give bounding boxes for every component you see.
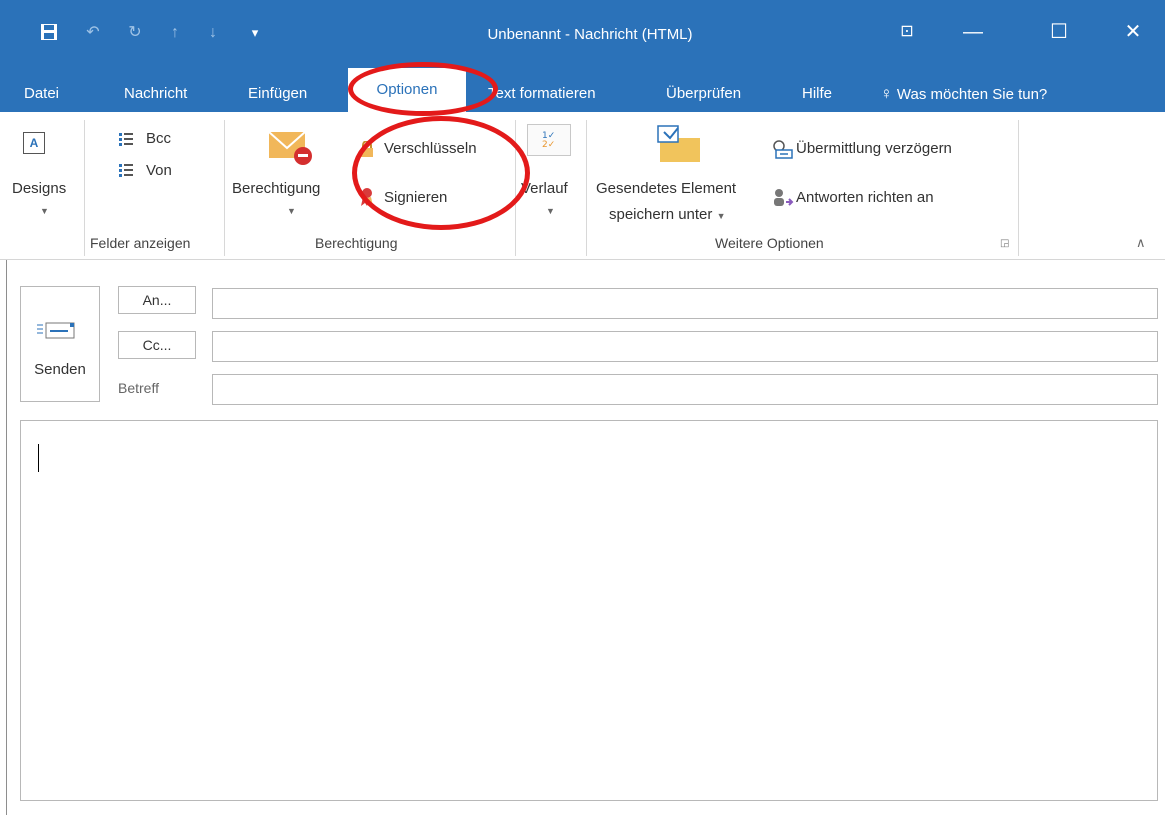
subject-field[interactable]	[212, 374, 1158, 405]
tab-hilfe[interactable]: Hilfe	[792, 76, 842, 112]
dialog-launcher-icon[interactable]: ◲	[1000, 238, 1009, 249]
save-icon[interactable]	[38, 22, 60, 44]
customize-icon[interactable]: ▾	[244, 22, 266, 44]
window-title: Unbenannt - Nachricht (HTML)	[487, 26, 693, 43]
bcc-icon	[119, 132, 137, 148]
tracking-icon: 1✓ 2✓	[527, 124, 571, 156]
annotation-circle-optionen	[348, 62, 498, 116]
text-cursor	[38, 444, 39, 472]
separator	[84, 120, 85, 256]
reply-to-people-icon	[772, 188, 794, 208]
gesendetes-element-button[interactable]: Gesendetes Element	[596, 180, 736, 197]
redo-icon[interactable]: ↻	[124, 22, 146, 44]
collapse-ribbon-icon[interactable]: ∧	[1136, 235, 1146, 251]
window-border	[6, 260, 7, 815]
gesendetes-dropdown-icon[interactable]: ▼	[717, 211, 726, 221]
lightbulb-icon: ♀	[880, 84, 893, 103]
tell-me-box[interactable]: ♀ Was möchten Sie tun?	[870, 76, 1057, 112]
uebermittlung-verzoegern-button[interactable]: Übermittlung verzögern	[796, 140, 952, 157]
send-envelope-icon	[37, 321, 83, 341]
up-arrow-icon[interactable]: ↑	[164, 22, 186, 44]
to-field[interactable]	[212, 288, 1158, 319]
tab-einfuegen[interactable]: Einfügen	[238, 76, 317, 112]
tab-nachricht[interactable]: Nachricht	[114, 76, 197, 112]
to-button[interactable]: An...	[118, 286, 196, 314]
send-label: Senden	[34, 361, 86, 378]
svg-text:2✓: 2✓	[542, 140, 555, 150]
bcc-button[interactable]: Bcc	[146, 130, 171, 147]
separator	[586, 120, 587, 256]
designs-icon[interactable]: A	[23, 132, 45, 154]
tab-text-formatieren[interactable]: Text formatieren	[478, 76, 606, 112]
group-label-berechtigung: Berechtigung	[315, 235, 398, 251]
cc-button[interactable]: Cc...	[118, 331, 196, 359]
group-label-felder: Felder anzeigen	[90, 235, 191, 251]
subject-label: Betreff	[118, 380, 159, 396]
minimize-button[interactable]: —	[950, 14, 996, 50]
folder-save-icon	[656, 124, 704, 164]
annotation-circle-security	[352, 116, 530, 230]
clock-delay-icon	[772, 139, 794, 159]
gesendetes-element-button-line2[interactable]: speichern unter ▼	[609, 206, 726, 223]
gesendetes-line2-text: speichern unter	[609, 206, 713, 223]
down-arrow-icon[interactable]: ↓	[202, 22, 224, 44]
message-body[interactable]	[20, 420, 1158, 801]
tab-ueberpruefen[interactable]: Überprüfen	[656, 76, 751, 112]
separator	[1018, 120, 1019, 256]
close-button[interactable]: ✕	[1110, 14, 1156, 50]
berechtigung-button[interactable]: Berechtigung	[232, 180, 320, 197]
ribbon-display-icon[interactable]: ⊡	[884, 14, 930, 50]
cc-field[interactable]	[212, 331, 1158, 362]
verlauf-dropdown-icon[interactable]: ▼	[546, 206, 555, 216]
antworten-richten-an-button[interactable]: Antworten richten an	[796, 189, 934, 206]
group-label-weitere-optionen: Weitere Optionen	[715, 235, 824, 251]
berechtigung-dropdown-icon[interactable]: ▼	[287, 206, 296, 216]
tab-datei[interactable]: Datei	[14, 76, 69, 112]
permission-envelope-icon	[267, 128, 315, 166]
undo-icon[interactable]: ↶	[82, 22, 104, 44]
send-button[interactable]: Senden	[20, 286, 100, 402]
maximize-button[interactable]: ☐	[1036, 14, 1082, 50]
designs-button[interactable]: Designs	[12, 180, 66, 197]
tell-me-text: Was möchten Sie tun?	[896, 86, 1048, 103]
von-icon	[119, 163, 137, 179]
von-button[interactable]: Von	[146, 162, 172, 179]
separator	[224, 120, 225, 256]
designs-dropdown-icon[interactable]: ▼	[40, 206, 49, 216]
